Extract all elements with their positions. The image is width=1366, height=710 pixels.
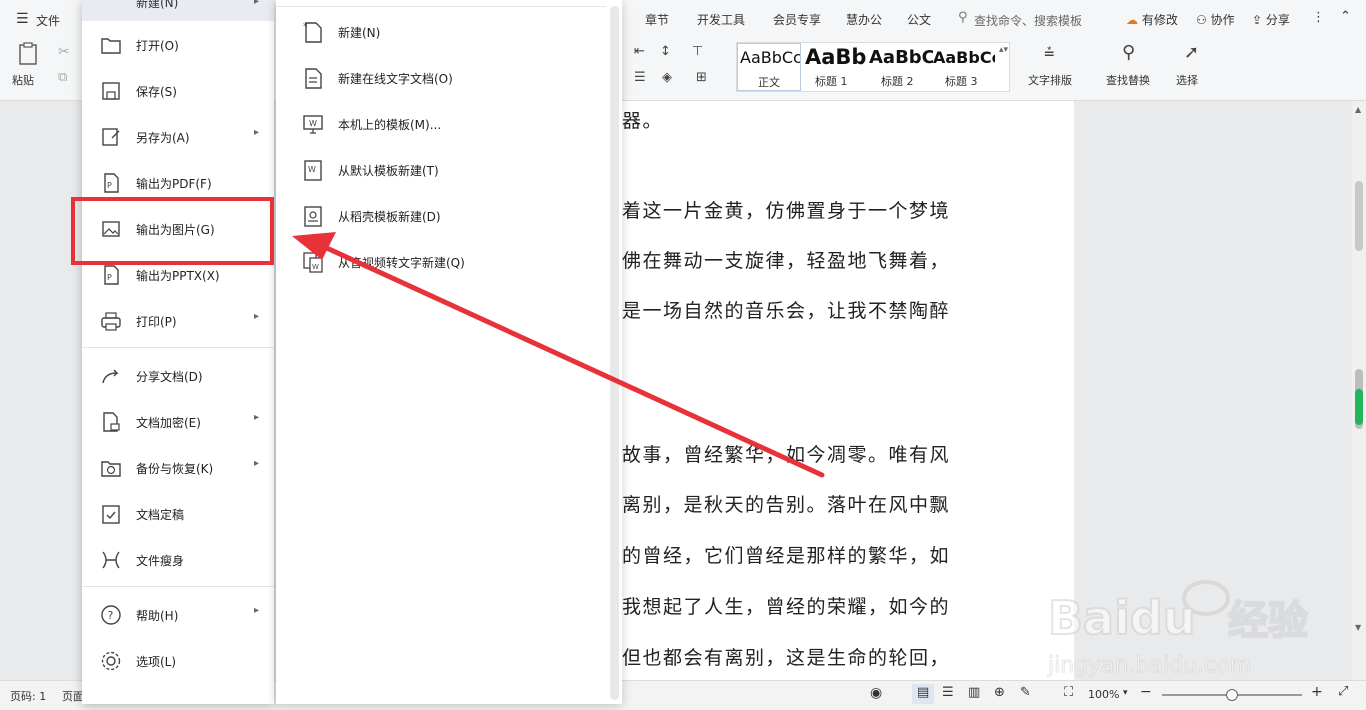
annotation-arrow bbox=[292, 232, 825, 478]
